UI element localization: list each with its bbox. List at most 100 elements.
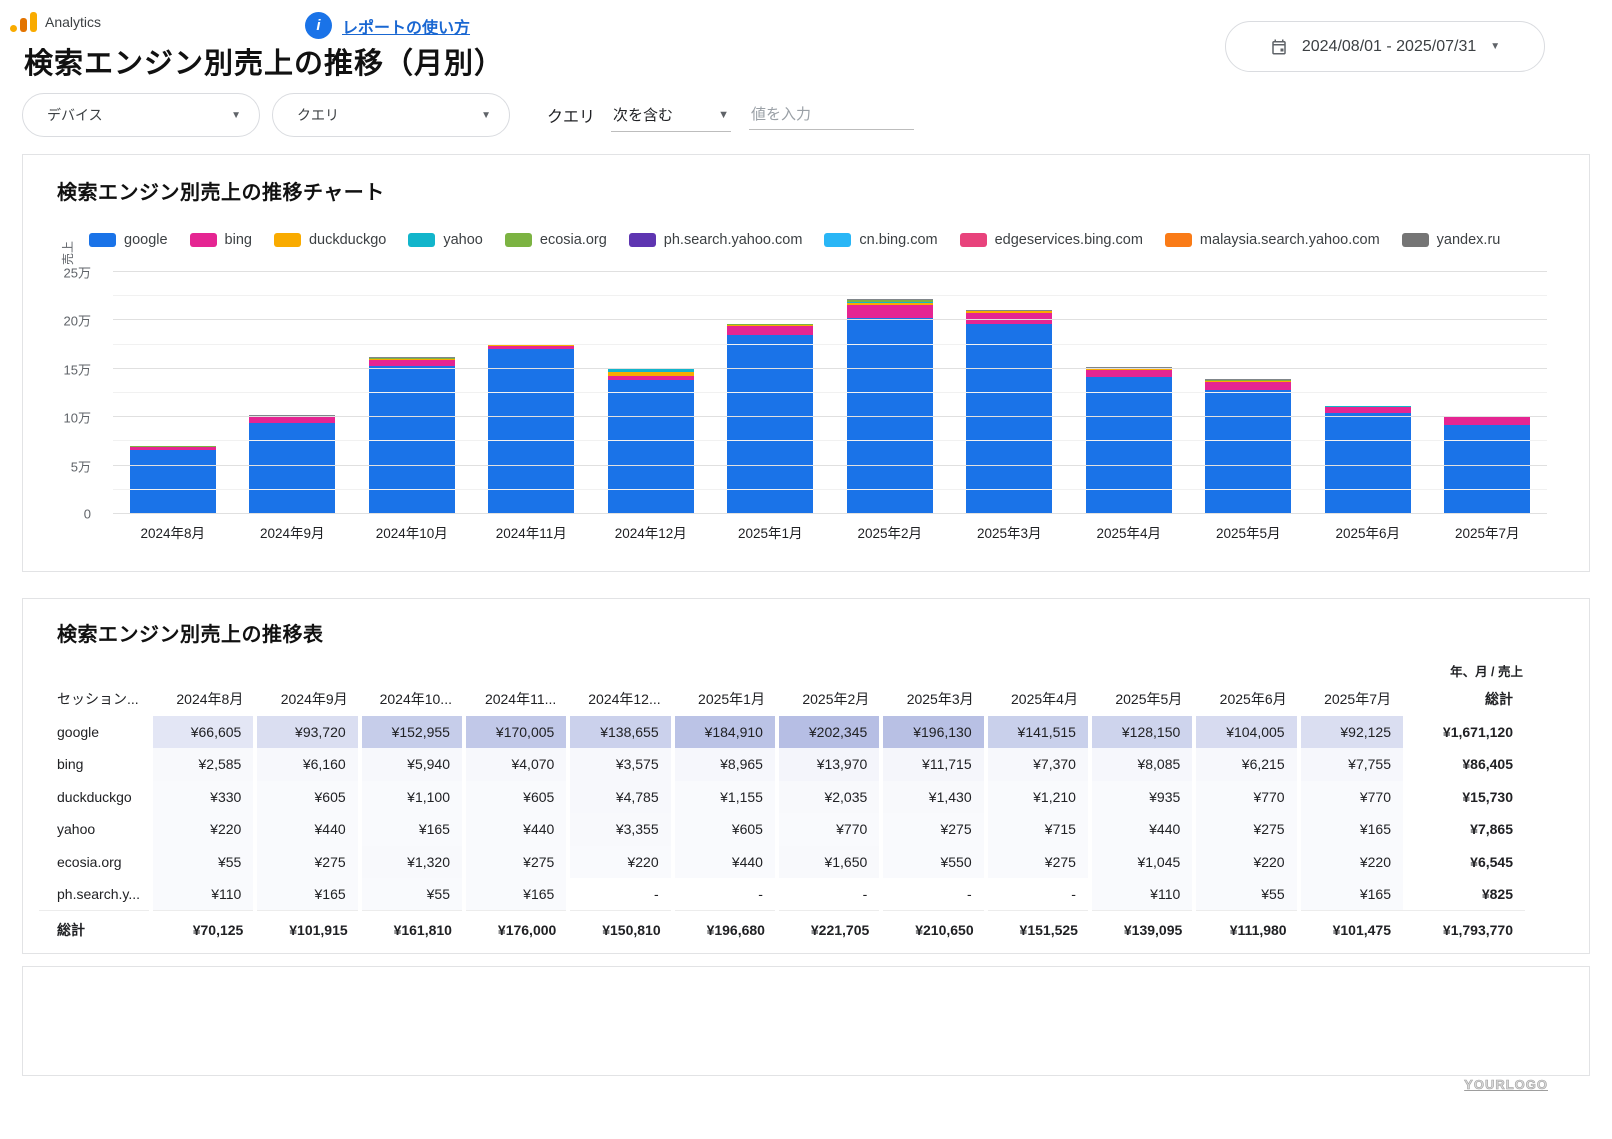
filter-value-input[interactable]: [749, 100, 914, 130]
y-tick-label: 0: [84, 507, 91, 522]
legend-item[interactable]: ph.search.yahoo.com: [629, 232, 803, 248]
cell-value: ¥6,215: [1194, 748, 1298, 781]
cell-column-total: ¥111,980: [1194, 911, 1298, 949]
table-header-month[interactable]: 2024年12...: [568, 683, 672, 716]
legend-item[interactable]: edgeservices.bing.com: [960, 232, 1143, 248]
cell-value: ¥1,650: [777, 846, 881, 879]
cell-value: ¥605: [673, 813, 777, 846]
legend-label: ecosia.org: [540, 232, 607, 248]
cell-value: ¥4,070: [464, 748, 568, 781]
legend-item[interactable]: yahoo: [408, 232, 483, 248]
date-range-picker[interactable]: 2024/08/01 - 2025/07/31 ▼: [1225, 21, 1545, 72]
bar-slot: [1069, 272, 1189, 514]
table-header-month[interactable]: 2025年7月: [1299, 683, 1403, 716]
cell-value: ¥550: [881, 846, 985, 879]
y-tick-label: 10万: [64, 408, 91, 427]
legend-item[interactable]: bing: [190, 232, 252, 248]
bar-2024年9月[interactable]: [249, 272, 335, 514]
cell-value: ¥138,655: [568, 716, 672, 749]
table-header-month[interactable]: 2024年11...: [464, 683, 568, 716]
table-header-month[interactable]: 2025年3月: [881, 683, 985, 716]
legend-item[interactable]: cn.bing.com: [824, 232, 937, 248]
cell-value: ¥935: [1090, 781, 1194, 814]
legend-item[interactable]: ecosia.org: [505, 232, 607, 248]
gridline: [113, 344, 1547, 345]
table-row: duckduckgo¥330¥605¥1,100¥605¥4,785¥1,155…: [39, 781, 1525, 814]
table-header-month[interactable]: 2025年1月: [673, 683, 777, 716]
cell-value: ¥275: [881, 813, 985, 846]
x-tick-label: 2025年6月: [1308, 522, 1428, 542]
cell-value: -: [986, 878, 1090, 911]
table-header-month[interactable]: 2025年4月: [986, 683, 1090, 716]
cell-value: ¥6,160: [255, 748, 359, 781]
cell-value: ¥184,910: [673, 716, 777, 749]
cell-column-total: ¥196,680: [673, 911, 777, 949]
cell-value: ¥165: [255, 878, 359, 911]
cell-value: ¥4,785: [568, 781, 672, 814]
x-tick-label: 2025年1月: [711, 522, 831, 542]
condition-value: 次を含む: [613, 104, 673, 125]
bar-2025年7月[interactable]: [1444, 272, 1530, 514]
brand-name: Analytics: [45, 14, 101, 30]
legend-label: google: [124, 232, 168, 248]
device-filter-dropdown[interactable]: デバイス ▼: [22, 93, 260, 137]
condition-select[interactable]: 次を含む ▼: [611, 98, 731, 132]
legend-label: bing: [225, 232, 252, 248]
bar-2025年4月[interactable]: [1086, 272, 1172, 514]
bar-2025年3月[interactable]: [966, 272, 1052, 514]
bar-2025年2月[interactable]: [847, 272, 933, 514]
table-row: ph.search.y...¥110¥165¥55¥165-----¥110¥5…: [39, 878, 1525, 911]
chart-card: 検索エンジン別売上の推移チャート googlebingduckduckgoyah…: [22, 154, 1590, 572]
legend-label: duckduckgo: [309, 232, 386, 248]
calendar-icon: [1270, 38, 1288, 56]
cell-value: ¥275: [255, 846, 359, 879]
page-title: 検索エンジン別売上の推移（月別）: [24, 40, 504, 82]
table-header-month[interactable]: 2024年8月: [151, 683, 255, 716]
help-row: i レポートの使い方: [305, 12, 470, 39]
bar-slot: [233, 272, 353, 514]
cell-value: ¥440: [1090, 813, 1194, 846]
cell-column-total: ¥101,915: [255, 911, 359, 949]
cell-column-total: ¥139,095: [1090, 911, 1194, 949]
bar-2024年11月[interactable]: [488, 272, 574, 514]
cell-value: ¥1,045: [1090, 846, 1194, 879]
cell-value: ¥5,940: [360, 748, 464, 781]
cell-value: ¥55: [151, 846, 255, 879]
chevron-down-icon: ▼: [1490, 41, 1500, 52]
table-header-month[interactable]: 2025年2月: [777, 683, 881, 716]
table-header-month[interactable]: 2025年6月: [1194, 683, 1298, 716]
table-header-dimension[interactable]: セッション...: [39, 683, 151, 716]
info-icon[interactable]: i: [305, 12, 332, 39]
bar-segment-google: [130, 450, 216, 514]
bar-segment-google: [1205, 390, 1291, 514]
table-head: セッション...2024年8月2024年9月2024年10...2024年11.…: [39, 683, 1525, 716]
bar-2025年1月[interactable]: [727, 272, 813, 514]
cell-column-total: ¥151,525: [986, 911, 1090, 949]
query-filter-dropdown[interactable]: クエリ ▼: [272, 93, 510, 137]
cell-value: -: [777, 878, 881, 911]
table-header-month[interactable]: 2024年10...: [360, 683, 464, 716]
legend-item[interactable]: malaysia.search.yahoo.com: [1165, 232, 1380, 248]
cell-value: ¥202,345: [777, 716, 881, 749]
cell-value: ¥66,605: [151, 716, 255, 749]
legend-item[interactable]: duckduckgo: [274, 232, 386, 248]
legend-item[interactable]: google: [89, 232, 168, 248]
table-total-row: 総計¥70,125¥101,915¥161,810¥176,000¥150,81…: [39, 911, 1525, 949]
bar-2025年6月[interactable]: [1325, 272, 1411, 514]
legend-item[interactable]: yandex.ru: [1402, 232, 1501, 248]
legend-swatch: [1402, 233, 1429, 247]
cell-value: -: [881, 878, 985, 911]
cell-value: ¥93,720: [255, 716, 359, 749]
table-header-total[interactable]: 総計: [1403, 683, 1525, 716]
cell-value: ¥2,035: [777, 781, 881, 814]
bar-2025年5月[interactable]: [1205, 272, 1291, 514]
bar-2024年8月[interactable]: [130, 272, 216, 514]
cell-value: ¥3,575: [568, 748, 672, 781]
bar-2024年10月[interactable]: [369, 272, 455, 514]
cell-value: ¥770: [1299, 781, 1403, 814]
x-axis-labels: 2024年8月2024年9月2024年10月2024年11月2024年12月20…: [113, 522, 1547, 542]
bar-2024年12月[interactable]: [608, 272, 694, 514]
report-help-link[interactable]: レポートの使い方: [342, 14, 470, 38]
table-header-month[interactable]: 2025年5月: [1090, 683, 1194, 716]
table-header-month[interactable]: 2024年9月: [255, 683, 359, 716]
